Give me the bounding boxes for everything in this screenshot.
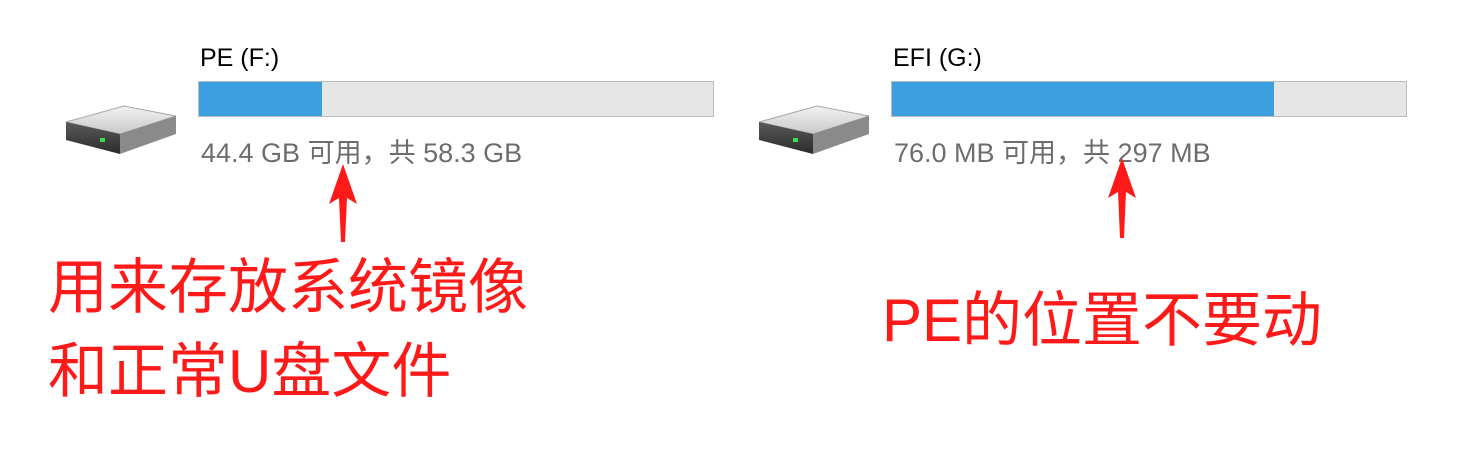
drive-title: EFI (G:) (893, 44, 982, 72)
space-text: 76.0 MB 可用，共 297 MB (894, 138, 1211, 168)
annotation-left-line1: 用来存放系统镜像 (48, 254, 528, 321)
usage-bar (891, 81, 1407, 117)
drive-item-pe[interactable]: PE (F:) 44.4 GB 可用，共 58.3 GB (0, 0, 720, 200)
usage-bar-fill (892, 82, 1275, 116)
annotation-right: PE的位置不要动 (882, 287, 1323, 354)
drive-icon (65, 105, 177, 154)
annotation-left-line2: 和正常U盘文件 (48, 338, 452, 405)
space-text: 44.4 GB 可用，共 58.3 GB (201, 138, 523, 168)
drive-icon (758, 105, 870, 154)
arrow-up-icon (1108, 158, 1136, 238)
arrow-up-icon (329, 164, 357, 242)
usage-bar-fill (199, 82, 322, 116)
usage-bar (198, 81, 714, 117)
drive-title: PE (F:) (200, 44, 280, 72)
